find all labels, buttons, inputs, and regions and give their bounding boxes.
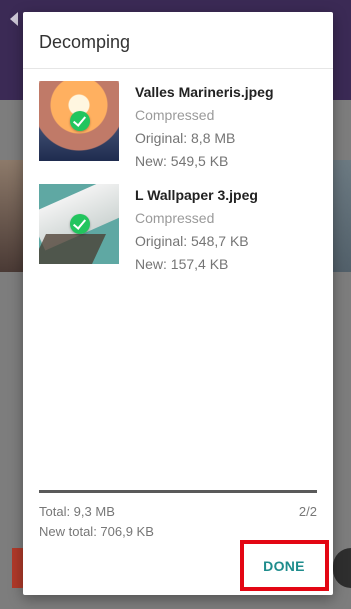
background-thumbnail xyxy=(0,160,24,272)
progress-bar-fill xyxy=(39,490,317,493)
back-arrow-icon xyxy=(10,12,18,26)
file-count: 2/2 xyxy=(298,504,317,519)
file-thumbnail xyxy=(39,184,119,264)
new-total-size: New total: 706,9 KB xyxy=(39,524,154,539)
file-thumbnail xyxy=(39,81,119,161)
background-thumbnail xyxy=(333,160,351,272)
file-name: L Wallpaper 3.jpeg xyxy=(135,187,258,203)
progress-bar xyxy=(39,490,317,493)
file-new-size: New: 549,5 KB xyxy=(135,153,229,169)
done-button[interactable]: DONE xyxy=(252,552,316,580)
file-original-size: Original: 8,8 MB xyxy=(135,130,236,146)
thumbnail-shadow xyxy=(39,234,106,264)
file-status: Compressed xyxy=(135,107,215,123)
dialog-title: Decomping xyxy=(39,32,131,52)
total-size: Total: 9,3 MB xyxy=(39,504,115,519)
check-icon xyxy=(70,111,90,131)
file-new-size: New: 157,4 KB xyxy=(135,256,229,272)
check-icon xyxy=(70,214,90,234)
file-name: Valles Marineris.jpeg xyxy=(135,84,274,100)
title-divider xyxy=(23,68,333,69)
file-status: Compressed xyxy=(135,210,215,226)
file-list-item: Valles Marineris.jpeg Compressed Origina… xyxy=(39,81,329,181)
file-original-size: Original: 548,7 KB xyxy=(135,233,249,249)
compression-dialog: Decomping Valles Marineris.jpeg Compress… xyxy=(23,12,333,595)
file-list-item: L Wallpaper 3.jpeg Compressed Original: … xyxy=(39,184,329,284)
